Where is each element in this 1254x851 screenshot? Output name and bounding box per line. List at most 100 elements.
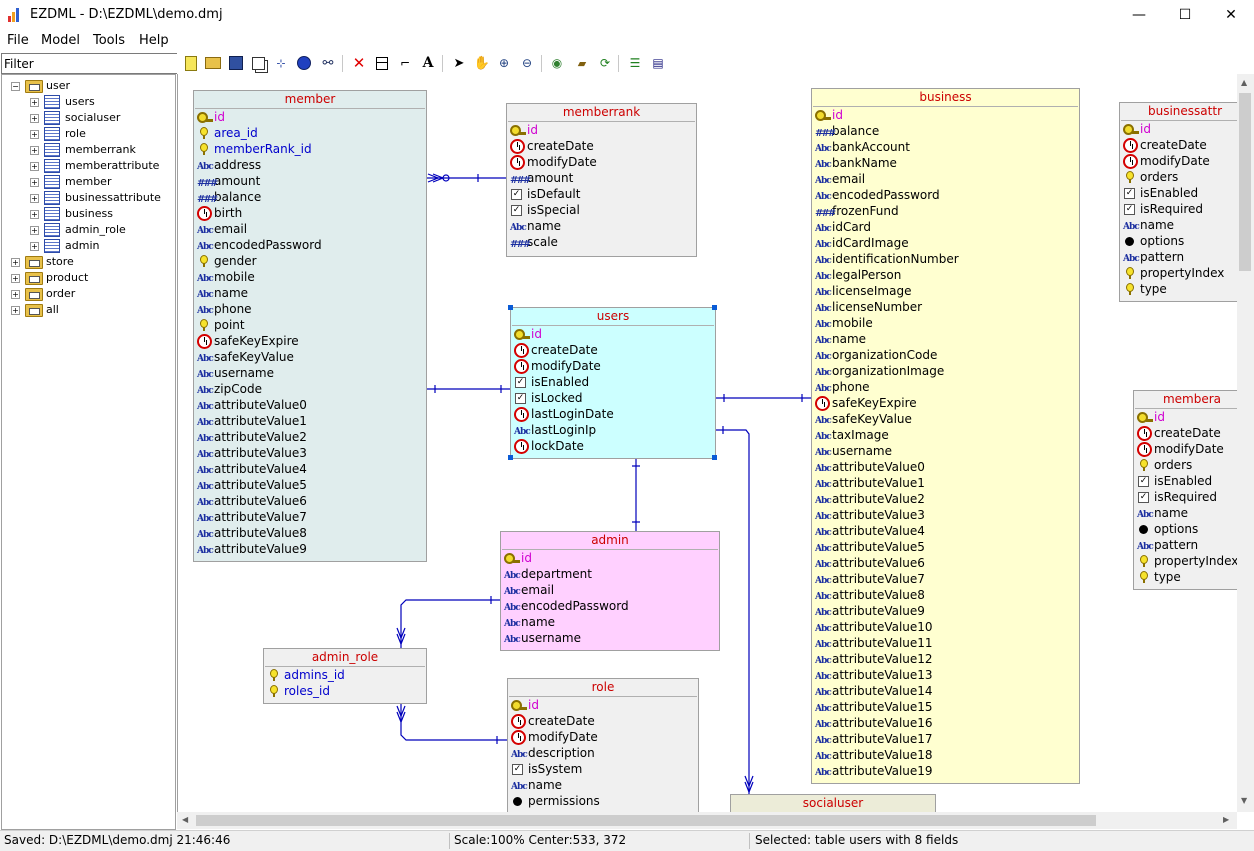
expand-icon[interactable]: + (11, 290, 20, 299)
field-row[interactable]: Abc attributeValue10 (812, 619, 1079, 635)
field-row[interactable]: ✓ isEnabled (1134, 473, 1237, 489)
field-row[interactable]: modifyDate (1120, 153, 1237, 169)
field-row[interactable]: Abc department (501, 566, 719, 582)
field-row[interactable]: Abc bankName (812, 155, 1079, 171)
expand-icon[interactable]: + (30, 98, 39, 107)
field-row[interactable]: Abc email (812, 171, 1079, 187)
eye-icon[interactable]: ◉ (548, 55, 566, 71)
field-row[interactable]: lockDate (511, 438, 715, 454)
field-row[interactable]: Abc phone (194, 301, 426, 317)
field-row[interactable]: Abc attributeValue14 (812, 683, 1079, 699)
field-row[interactable]: Abc attributeValue8 (194, 525, 426, 541)
entity-business[interactable]: business id ### balance Abc bankAccount Abc ban… (811, 88, 1080, 784)
tree-item-businessattribute[interactable]: + businessattribute (2, 190, 172, 206)
new-icon[interactable] (182, 55, 200, 71)
field-row[interactable]: Abc idCard (812, 219, 1079, 235)
field-row[interactable]: Abc taxImage (812, 427, 1079, 443)
field-row[interactable]: modifyDate (507, 154, 696, 170)
expand-icon[interactable]: + (30, 194, 39, 203)
menu-model[interactable]: Model (41, 33, 80, 48)
field-row[interactable]: Abc name (501, 614, 719, 630)
scroll-down-icon[interactable]: ▼ (1241, 796, 1247, 805)
field-row[interactable]: propertyIndex (1120, 265, 1237, 281)
field-row[interactable]: Abc attributeValue6 (194, 493, 426, 509)
field-row[interactable]: Abc attributeValue13 (812, 667, 1079, 683)
tree-item-users[interactable]: + users (2, 94, 172, 110)
field-row[interactable]: Abc name (507, 218, 696, 234)
field-row[interactable]: orders (1134, 457, 1237, 473)
refresh-icon[interactable]: ⟳ (596, 55, 614, 71)
field-row[interactable]: Abc bankAccount (812, 139, 1079, 155)
text-icon[interactable]: A (419, 55, 437, 71)
field-row[interactable]: id (501, 550, 719, 566)
field-row[interactable]: Abc attributeValue1 (194, 413, 426, 429)
field-row[interactable]: options (1120, 233, 1237, 249)
field-row[interactable]: Abc attributeValue3 (812, 507, 1079, 523)
pointer-icon[interactable]: ➤ (450, 55, 468, 71)
field-row[interactable]: roles_id (264, 683, 426, 699)
field-row[interactable]: Abc username (501, 630, 719, 646)
entity-admin[interactable]: admin id Abc department Abc email Abc encodedPa… (500, 531, 720, 651)
field-row[interactable]: Abc pattern (1134, 537, 1237, 553)
scroll-up-icon[interactable]: ▲ (1241, 78, 1247, 87)
field-row[interactable]: permissions (508, 793, 698, 809)
field-row[interactable]: Abc name (508, 777, 698, 793)
entity-admin_role[interactable]: admin_role admins_id roles_id (263, 648, 427, 704)
field-row[interactable]: ✓ isEnabled (1120, 185, 1237, 201)
field-row[interactable]: Abc attributeValue15 (812, 699, 1079, 715)
field-row[interactable]: ✓ isDefault (507, 186, 696, 202)
collapse-icon[interactable]: − (11, 82, 20, 91)
field-row[interactable]: Abc pattern (1120, 249, 1237, 265)
entity-users[interactable]: users id createDate modifyDate ✓ isEnabled ✓ is… (510, 307, 716, 459)
tree-item-member[interactable]: + member (2, 174, 172, 190)
field-row[interactable]: Abc attributeValue1 (812, 475, 1079, 491)
field-row[interactable]: Abc attributeValue0 (194, 397, 426, 413)
field-row[interactable]: ### amount (507, 170, 696, 186)
copy-icon[interactable] (249, 55, 267, 71)
field-row[interactable]: Abc safeKeyValue (194, 349, 426, 365)
field-row[interactable]: modifyDate (1134, 441, 1237, 457)
field-row[interactable]: Abc attributeValue8 (812, 587, 1079, 603)
menu-tools[interactable]: Tools (93, 33, 125, 48)
add-field-icon[interactable]: ☰ (626, 55, 644, 71)
field-row[interactable]: createDate (1134, 425, 1237, 441)
field-row[interactable]: ### balance (194, 189, 426, 205)
car-icon[interactable]: ▰ (573, 55, 591, 71)
field-row[interactable]: Abc username (194, 365, 426, 381)
tree-icon[interactable]: ⊹ (272, 55, 290, 71)
expand-icon[interactable]: + (11, 274, 20, 283)
filter-input[interactable] (1, 53, 178, 74)
field-row[interactable]: ✓ isRequired (1120, 201, 1237, 217)
field-row[interactable]: ✓ isLocked (511, 390, 715, 406)
entity-socialuser[interactable]: socialuser (730, 794, 936, 812)
field-row[interactable]: ✓ isSystem (508, 761, 698, 777)
save-icon[interactable] (227, 55, 245, 71)
field-row[interactable]: Abc encodedPassword (812, 187, 1079, 203)
field-row[interactable]: admins_id (264, 667, 426, 683)
field-row[interactable]: Abc attributeValue17 (812, 731, 1079, 747)
field-row[interactable]: Abc attributeValue6 (812, 555, 1079, 571)
delete-icon[interactable]: ✕ (350, 54, 368, 72)
entity-member[interactable]: member id area_id memberRank_id Abc address ##… (193, 90, 427, 562)
entity-memberattribute[interactable]: membera id createDate modifyDate orders ✓ isEn… (1133, 390, 1237, 590)
field-row[interactable]: Abc mobile (812, 315, 1079, 331)
tree-item-admin[interactable]: + admin (2, 238, 172, 254)
field-row[interactable]: Abc attributeValue5 (194, 477, 426, 493)
expand-icon[interactable]: + (30, 210, 39, 219)
field-row[interactable]: options (1134, 521, 1237, 537)
field-row[interactable]: Abc address (194, 157, 426, 173)
field-row[interactable]: Abc licenseImage (812, 283, 1079, 299)
properties-icon[interactable]: ▤ (649, 55, 667, 71)
expand-icon[interactable]: + (30, 162, 39, 171)
close-button[interactable]: ✕ (1208, 0, 1254, 31)
expand-icon[interactable]: + (30, 226, 39, 235)
tree-item-store[interactable]: + store (2, 254, 172, 270)
binoculars-icon[interactable]: ⚯ (319, 55, 337, 71)
field-row[interactable]: birth (194, 205, 426, 221)
field-row[interactable]: orders (1120, 169, 1237, 185)
selection-handle[interactable] (508, 455, 513, 460)
field-row[interactable]: modifyDate (508, 729, 698, 745)
tree-item-memberattribute[interactable]: + memberattribute (2, 158, 172, 174)
tree-item-admin_role[interactable]: + admin_role (2, 222, 172, 238)
field-row[interactable]: Abc attributeValue19 (812, 763, 1079, 779)
